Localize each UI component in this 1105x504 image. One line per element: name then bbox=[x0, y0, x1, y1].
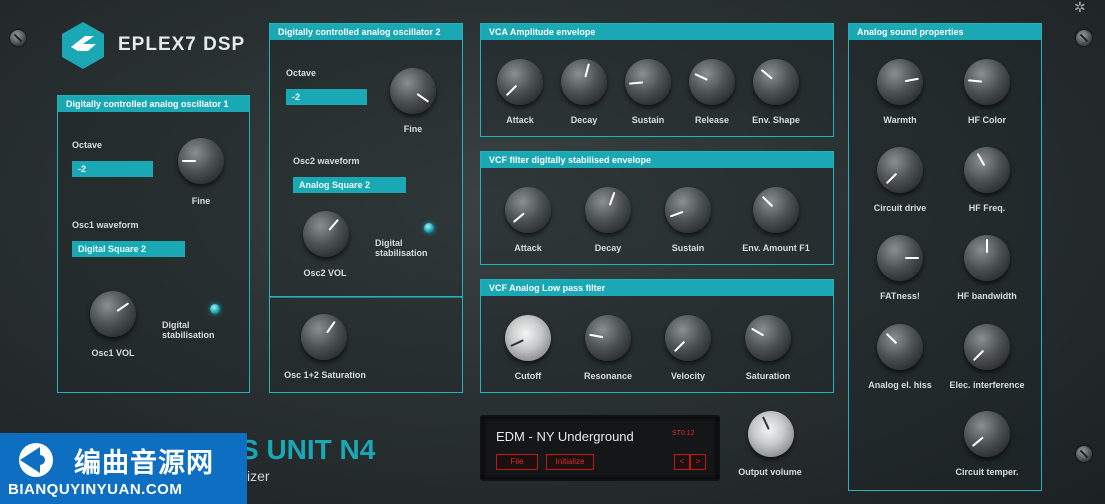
vca-release-knob[interactable] bbox=[689, 59, 735, 105]
vca-env-shape-label: Env. Shape bbox=[752, 115, 800, 125]
screw-icon bbox=[1076, 30, 1092, 46]
elec-interference-knob[interactable] bbox=[964, 324, 1010, 370]
osc2-panel: Digitally controlled analog oscillator 2… bbox=[269, 23, 463, 298]
osc2-fine-label: Fine bbox=[403, 124, 423, 134]
preset-display: EDM - NY Underground ST0.12 File Initial… bbox=[480, 415, 720, 481]
osc2-stab-label-2: stabilisation bbox=[375, 248, 428, 258]
vcf-env-panel: VCF filter digitally stabilised envelope… bbox=[480, 151, 834, 265]
watermark-logo-icon bbox=[10, 441, 62, 479]
analog-hiss-knob[interactable] bbox=[877, 324, 923, 370]
vca-title: VCA Amplitude envelope bbox=[481, 24, 833, 40]
brand-name: EPLEX7 DSP bbox=[118, 34, 246, 55]
osc2-vol-label: Osc2 VOL bbox=[303, 268, 347, 278]
brand-logo bbox=[58, 20, 108, 70]
screw-icon bbox=[10, 30, 26, 46]
osc2-stab-label-1: Digital bbox=[375, 238, 403, 248]
next-preset-button[interactable]: > bbox=[690, 454, 706, 470]
circuit-drive-knob[interactable] bbox=[877, 147, 923, 193]
fatness-knob[interactable] bbox=[877, 235, 923, 281]
osc1-title: Digitally controlled analog oscillator 1 bbox=[58, 96, 249, 112]
vca-decay-knob[interactable] bbox=[561, 59, 607, 105]
elec-interference-label: Elec. interference bbox=[949, 380, 1025, 390]
osc1-fine-knob[interactable] bbox=[178, 138, 224, 184]
osc1-waveform-select[interactable]: Digital Square 2 bbox=[72, 241, 185, 257]
resonance-knob[interactable] bbox=[585, 315, 631, 361]
output-volume-knob[interactable] bbox=[748, 411, 794, 457]
osc2-octave-field[interactable]: -2 bbox=[286, 89, 367, 105]
osc1-vol-knob[interactable] bbox=[90, 291, 136, 337]
osc-saturation-knob[interactable] bbox=[301, 314, 347, 360]
velocity-knob[interactable] bbox=[665, 315, 711, 361]
hf-freq-label: HF Freq. bbox=[968, 203, 1006, 213]
circuit-temper-label: Circuit temper. bbox=[955, 467, 1019, 477]
hf-bandwidth-label: HF bandwidth bbox=[957, 291, 1017, 301]
osc1-stabilisation-led[interactable] bbox=[210, 304, 220, 314]
osc2-octave-label: Octave bbox=[286, 68, 317, 78]
hf-bandwidth-knob[interactable] bbox=[964, 235, 1010, 281]
osc2-stabilisation-led[interactable] bbox=[424, 223, 434, 233]
vca-sustain-knob[interactable] bbox=[625, 59, 671, 105]
display-status: ST0.12 bbox=[672, 430, 695, 437]
hf-color-label: HF Color bbox=[968, 115, 1006, 125]
vca-attack-knob[interactable] bbox=[497, 59, 543, 105]
osc1-vol-label: Osc1 VOL bbox=[91, 348, 135, 358]
vcf-env-amount-label: Env. Amount F1 bbox=[742, 243, 810, 253]
vcf-env-title: VCF filter digitally stabilised envelope bbox=[481, 152, 833, 168]
logo-hexagon-icon bbox=[62, 22, 104, 69]
vcf-env-amount-knob[interactable] bbox=[753, 187, 799, 233]
vcf-lp-panel: VCF Analog Low pass filter Cutoff Resona… bbox=[480, 279, 834, 393]
gear-icon[interactable]: ✲ bbox=[1074, 0, 1092, 14]
osc2-fine-knob[interactable] bbox=[390, 68, 436, 114]
hf-freq-knob[interactable] bbox=[964, 147, 1010, 193]
analog-panel: Analog sound properties Warmth HF Color … bbox=[848, 23, 1042, 491]
osc2-waveform-select[interactable]: Analog Square 2 bbox=[293, 177, 406, 193]
prev-preset-button[interactable]: < bbox=[674, 454, 690, 470]
preset-name[interactable]: EDM - NY Underground bbox=[496, 429, 634, 444]
vcf-lp-title: VCF Analog Low pass filter bbox=[481, 280, 833, 296]
file-button[interactable]: File bbox=[496, 454, 538, 470]
watermark-url: BIANQUYINYUAN.COM bbox=[8, 481, 183, 498]
osc2-vol-knob[interactable] bbox=[303, 211, 349, 257]
osc1-fine-label: Fine bbox=[191, 196, 211, 206]
vca-env-shape-knob[interactable] bbox=[753, 59, 799, 105]
filter-saturation-knob[interactable] bbox=[745, 315, 791, 361]
saturation-panel: Osc 1+2 Saturation bbox=[269, 296, 463, 393]
osc1-octave-field[interactable]: -2 bbox=[72, 161, 153, 177]
hf-color-knob[interactable] bbox=[964, 59, 1010, 105]
watermark-cn: 编曲音源网 bbox=[74, 448, 214, 478]
osc2-title: Digitally controlled analog oscillator 2 bbox=[270, 24, 462, 40]
vcf-decay-knob[interactable] bbox=[585, 187, 631, 233]
osc1-stab-label-1: Digital bbox=[162, 320, 190, 330]
filter-saturation-label: Saturation bbox=[745, 371, 791, 381]
initialize-button[interactable]: Initialize bbox=[546, 454, 594, 470]
osc2-waveform-label: Osc2 waveform bbox=[293, 156, 360, 166]
osc1-panel: Digitally controlled analog oscillator 1… bbox=[57, 95, 250, 393]
vcf-attack-knob[interactable] bbox=[505, 187, 551, 233]
osc-saturation-label: Osc 1+2 Saturation bbox=[284, 370, 366, 380]
circuit-temper-knob[interactable] bbox=[964, 411, 1010, 457]
watermark-banner: 编曲音源网 BIANQUYINYUAN.COM bbox=[0, 433, 247, 504]
cutoff-knob[interactable] bbox=[505, 315, 551, 361]
warmth-knob[interactable] bbox=[877, 59, 923, 105]
vca-panel: VCA Amplitude envelope Attack Decay Sust… bbox=[480, 23, 834, 137]
product-name: S UNIT N4 bbox=[240, 434, 376, 465]
analog-title: Analog sound properties bbox=[849, 24, 1041, 40]
vcf-sustain-knob[interactable] bbox=[665, 187, 711, 233]
output-volume-label: Output volume bbox=[738, 467, 802, 477]
osc1-stab-label-2: stabilisation bbox=[162, 330, 215, 340]
screw-icon bbox=[1076, 446, 1092, 462]
osc1-waveform-label: Osc1 waveform bbox=[72, 220, 139, 230]
osc1-octave-label: Octave bbox=[72, 140, 103, 150]
